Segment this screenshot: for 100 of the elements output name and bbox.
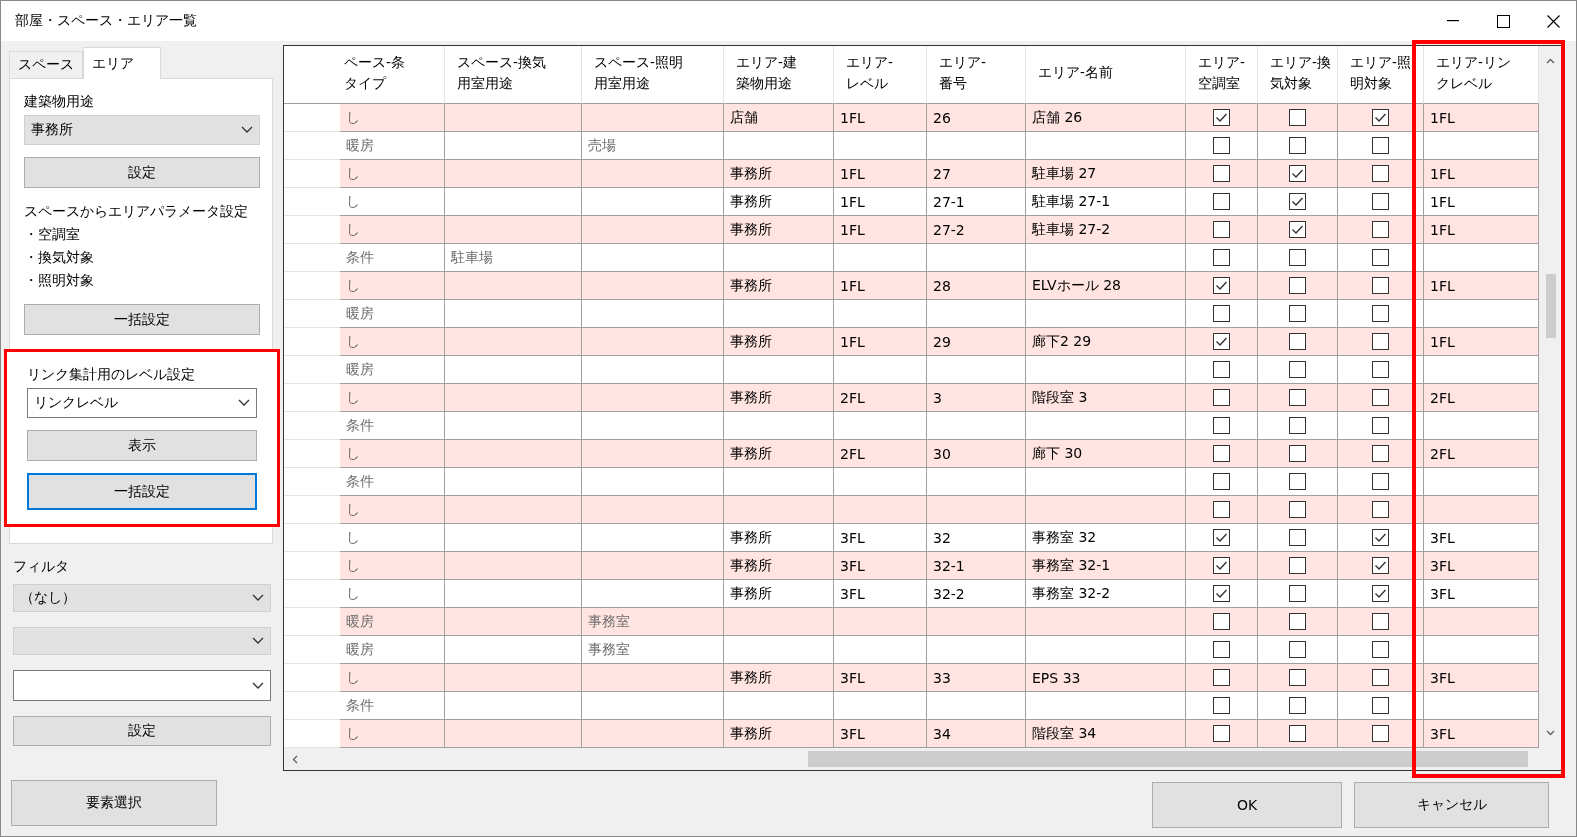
checkbox[interactable] xyxy=(1213,361,1230,378)
checkbox[interactable] xyxy=(1213,305,1230,322)
checkbox[interactable] xyxy=(1289,501,1306,518)
set-button[interactable]: 設定 xyxy=(24,157,260,188)
checkbox[interactable] xyxy=(1213,473,1230,490)
checkbox[interactable] xyxy=(1213,725,1230,742)
scroll-thumb[interactable] xyxy=(808,751,1528,767)
scroll-down-icon[interactable] xyxy=(1546,730,1555,736)
checkbox[interactable] xyxy=(1213,585,1230,602)
checkbox[interactable] xyxy=(1213,529,1230,546)
checkbox[interactable] xyxy=(1289,669,1306,686)
checkbox[interactable] xyxy=(1372,557,1389,574)
checkbox[interactable] xyxy=(1372,501,1389,518)
checkbox[interactable] xyxy=(1289,445,1306,462)
column-header[interactable]: エリア- レベル xyxy=(834,46,927,104)
ok-button[interactable]: OK xyxy=(1152,781,1342,828)
checkbox[interactable] xyxy=(1289,641,1306,658)
checkbox[interactable] xyxy=(1289,249,1306,266)
checkbox[interactable] xyxy=(1372,473,1389,490)
checkbox[interactable] xyxy=(1372,305,1389,322)
checkbox[interactable] xyxy=(1213,193,1230,210)
checkbox[interactable] xyxy=(1289,305,1306,322)
checkbox[interactable] xyxy=(1372,725,1389,742)
checkbox[interactable] xyxy=(1372,221,1389,238)
checkbox[interactable] xyxy=(1372,165,1389,182)
column-header[interactable]: エリア-リン クレベル xyxy=(1424,46,1539,104)
column-header[interactable]: スペース-換気 用室用途 xyxy=(445,46,582,104)
checkbox[interactable] xyxy=(1213,613,1230,630)
checkbox[interactable] xyxy=(1289,529,1306,546)
dropdown[interactable]: 事務所 xyxy=(24,115,260,145)
checkbox[interactable] xyxy=(1372,137,1389,154)
checkbox[interactable] xyxy=(1213,389,1230,406)
dropdown[interactable]: （なし） xyxy=(13,584,271,612)
checkbox[interactable] xyxy=(1213,557,1230,574)
checkbox[interactable] xyxy=(1213,221,1230,238)
checkbox[interactable] xyxy=(1289,221,1306,238)
bulk-set-button[interactable]: 一括設定 xyxy=(27,473,257,510)
checkbox[interactable] xyxy=(1289,277,1306,294)
checkbox[interactable] xyxy=(1372,697,1389,714)
tab[interactable]: エリア xyxy=(83,47,161,79)
checkbox[interactable] xyxy=(1289,109,1306,126)
column-header[interactable]: ペース-条 タイプ xyxy=(340,46,445,104)
tab[interactable]: スペース xyxy=(9,51,83,79)
checkbox[interactable] xyxy=(1213,417,1230,434)
checkbox[interactable] xyxy=(1372,445,1389,462)
bulk-set-button[interactable]: 一括設定 xyxy=(24,304,260,335)
column-header[interactable]: スペース-照明 用室用途 xyxy=(582,46,724,104)
checkbox[interactable] xyxy=(1372,109,1389,126)
checkbox[interactable] xyxy=(1289,585,1306,602)
checkbox[interactable] xyxy=(1213,641,1230,658)
checkbox[interactable] xyxy=(1372,277,1389,294)
set-button[interactable]: 設定 xyxy=(13,716,271,746)
checkbox[interactable] xyxy=(1213,669,1230,686)
checkbox[interactable] xyxy=(1289,417,1306,434)
scroll-thumb[interactable] xyxy=(1545,274,1556,338)
checkbox[interactable] xyxy=(1289,193,1306,210)
column-header[interactable]: エリア-換 気対象 xyxy=(1258,46,1338,104)
checkbox[interactable] xyxy=(1372,669,1389,686)
checkbox[interactable] xyxy=(1372,389,1389,406)
checkbox[interactable] xyxy=(1289,613,1306,630)
scroll-left-icon[interactable] xyxy=(292,754,298,764)
checkbox[interactable] xyxy=(1372,333,1389,350)
checkbox[interactable] xyxy=(1372,361,1389,378)
checkbox[interactable] xyxy=(1372,585,1389,602)
checkbox[interactable] xyxy=(1289,725,1306,742)
checkbox[interactable] xyxy=(1289,697,1306,714)
checkbox[interactable] xyxy=(1289,473,1306,490)
checkbox[interactable] xyxy=(1289,137,1306,154)
checkbox[interactable] xyxy=(1213,445,1230,462)
vertical-scrollbar[interactable] xyxy=(1539,46,1562,748)
column-header[interactable]: エリア-名前 xyxy=(1026,46,1186,104)
checkbox[interactable] xyxy=(1289,361,1306,378)
checkbox[interactable] xyxy=(1372,193,1389,210)
column-header[interactable]: エリア- 番号 xyxy=(927,46,1026,104)
cancel-button[interactable]: キャンセル xyxy=(1354,781,1549,828)
column-header[interactable]: エリア-建 築物用途 xyxy=(724,46,834,104)
checkbox[interactable] xyxy=(1213,697,1230,714)
horizontal-scrollbar[interactable] xyxy=(284,748,1562,770)
checkbox[interactable] xyxy=(1372,249,1389,266)
checkbox[interactable] xyxy=(1289,333,1306,350)
checkbox[interactable] xyxy=(1289,389,1306,406)
checkbox[interactable] xyxy=(1213,109,1230,126)
checkbox[interactable] xyxy=(1372,613,1389,630)
checkbox[interactable] xyxy=(1213,165,1230,182)
checkbox[interactable] xyxy=(1289,165,1306,182)
checkbox[interactable] xyxy=(1213,501,1230,518)
checkbox[interactable] xyxy=(1213,137,1230,154)
show-button[interactable]: 表示 xyxy=(27,430,257,461)
checkbox[interactable] xyxy=(1289,557,1306,574)
checkbox[interactable] xyxy=(1372,529,1389,546)
checkbox[interactable] xyxy=(1213,249,1230,266)
checkbox[interactable] xyxy=(1372,417,1389,434)
column-header[interactable]: エリア-照 明対象 xyxy=(1338,46,1424,104)
dropdown[interactable] xyxy=(13,670,271,701)
checkbox[interactable] xyxy=(1213,277,1230,294)
checkbox[interactable] xyxy=(1213,333,1230,350)
checkbox[interactable] xyxy=(1372,641,1389,658)
scroll-up-icon[interactable] xyxy=(1546,58,1555,64)
select-elements-button[interactable]: 要素選択 xyxy=(11,779,217,826)
dropdown[interactable]: リンクレベル xyxy=(27,388,257,418)
